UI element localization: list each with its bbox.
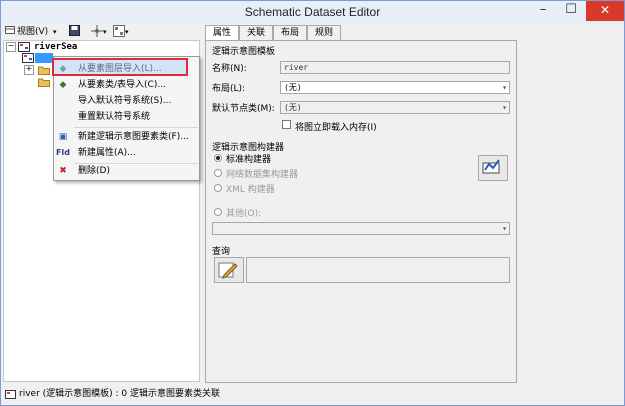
title-bar: Schematic Dataset Editor – ☐ ✕	[1, 1, 624, 24]
chevron-down-icon: ▾	[502, 83, 507, 92]
name-label: 名称(N):	[212, 64, 247, 74]
app-window: Schematic Dataset Editor – ☐ ✕ 视图(V) ▾ ▾…	[0, 0, 625, 406]
tree-root-label[interactable]: riverSea	[34, 42, 77, 52]
maximize-button[interactable]: ☐	[559, 1, 583, 21]
default-node-value: (无)	[284, 103, 302, 112]
chevron-down-icon: ▾	[502, 103, 507, 112]
menu-item-import-symbology[interactable]: 导入默认符号系统(S)...	[54, 93, 199, 109]
properties-pane: 属性 关联 布局 规则 逻辑示意图模板 名称(N): river 布局(L): …	[205, 25, 517, 383]
save-icon[interactable]	[69, 25, 81, 39]
query-edit-button[interactable]	[214, 257, 244, 283]
tab-strip: 属性 关联 布局 规则	[205, 25, 517, 41]
standard-builder-label: 标准构建器	[226, 155, 272, 165]
tree-selected-template[interactable]	[35, 53, 53, 63]
other-builder-dropdown[interactable]: ▾	[212, 222, 510, 235]
standard-builder-radio[interactable]	[214, 154, 222, 162]
tab-layout[interactable]: 布局	[273, 25, 307, 40]
field-icon: Fld	[56, 148, 70, 157]
other-builder-label: 其他(O):	[226, 209, 262, 219]
tab-properties[interactable]: 属性	[205, 25, 239, 41]
network-builder-label: 网络数据集构建器	[226, 170, 299, 180]
tab-panel: 逻辑示意图模板 名称(N): river 布局(L): (无) ▾ 默认节点类(…	[205, 40, 517, 383]
menu-item-delete[interactable]: ✖ 删除(D)	[54, 163, 199, 179]
pencil-icon	[218, 262, 238, 279]
query-group-title: 查询	[212, 247, 231, 257]
tree-expand-toggle[interactable]: +	[24, 65, 34, 75]
close-button[interactable]: ✕	[586, 1, 624, 21]
menu-item-new-attribute[interactable]: Fld 新建属性(A)...	[54, 145, 199, 161]
xml-builder-label: XML 构建器	[226, 185, 275, 195]
load-in-memory-checkbox[interactable]	[282, 120, 291, 129]
highlight-annotation	[52, 58, 188, 76]
default-node-label: 默认节点类(M):	[212, 104, 275, 114]
menu-item-new-schematic-featureclass[interactable]: ▣ 新建逻辑示意图要素类(F)...	[54, 129, 199, 145]
layout-label: 布局(L):	[212, 84, 246, 94]
schematic-featureclass-icon: ▣	[58, 132, 68, 142]
menu-separator	[74, 127, 198, 128]
toolbar: 视图(V) ▾ ▾ ▾	[3, 24, 199, 40]
default-node-dropdown[interactable]: (无) ▾	[280, 101, 510, 114]
builder-dropdown-icon[interactable]: ▾	[103, 25, 111, 39]
layout-dropdown-icon[interactable]: ▾	[125, 25, 133, 39]
featureclass-import-icon: ◆	[59, 80, 67, 90]
builder-properties-icon	[482, 159, 500, 174]
network-builder-radio[interactable]	[214, 169, 222, 177]
tab-rules[interactable]: 规则	[307, 25, 341, 40]
menu-item-reset-symbology[interactable]: 重置默认符号系统	[54, 109, 199, 125]
template-group-title: 逻辑示意图模板	[212, 47, 276, 57]
builder-settings-icon[interactable]	[91, 25, 103, 39]
view-menu[interactable]: 视图(V)	[17, 25, 53, 39]
layout-dropdown[interactable]: (无) ▾	[280, 81, 510, 94]
layout-value: (无)	[284, 83, 302, 92]
folder-icon	[38, 77, 50, 90]
tree-collapse-toggle[interactable]: −	[6, 42, 16, 52]
view-dropdown-icon[interactable]: ▾	[53, 25, 61, 39]
view-icon	[5, 25, 15, 39]
other-builder-radio[interactable]	[214, 208, 222, 216]
query-text-field[interactable]	[246, 257, 510, 283]
menu-item-import-from-featureclass[interactable]: ◆ 从要素类/表导入(C)...	[54, 77, 199, 93]
schematic-layout-icon[interactable]	[113, 25, 125, 39]
chevron-down-icon: ▾	[502, 224, 507, 233]
load-in-memory-label: 将图立即载入内存(I)	[295, 123, 377, 133]
minimize-button[interactable]: –	[531, 1, 555, 21]
tab-associations[interactable]: 关联	[239, 25, 273, 40]
name-field[interactable]: river	[280, 61, 510, 74]
xml-builder-radio[interactable]	[214, 184, 222, 192]
status-text: river (逻辑示意图模板) : 0 逻辑示意图要素类关联	[19, 389, 220, 399]
delete-icon: ✖	[59, 166, 67, 176]
status-bar: river (逻辑示意图模板) : 0 逻辑示意图要素类关联	[3, 386, 622, 403]
status-template-icon	[5, 389, 16, 405]
builder-properties-button[interactable]	[478, 155, 508, 181]
